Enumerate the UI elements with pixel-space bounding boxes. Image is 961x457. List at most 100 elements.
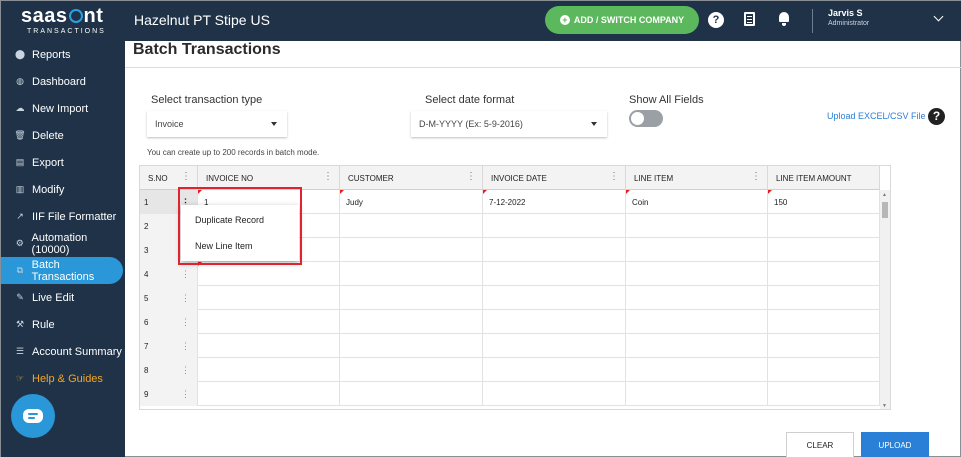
cell-sno[interactable]: 5 ⋮	[140, 286, 198, 310]
cell-invoice-date[interactable]	[483, 358, 626, 382]
add-switch-company-button[interactable]: + ADD / SWITCH COMPANY	[545, 6, 699, 34]
transaction-type-select[interactable]: Invoice	[147, 111, 287, 137]
cell-sno[interactable]: 7 ⋮	[140, 334, 198, 358]
chevron-down-icon[interactable]	[933, 11, 944, 22]
sidebar-item-batch-transactions[interactable]: ⧉ Batch Transactions	[1, 257, 123, 284]
logo[interactable]: saas nt TRANSACTIONS	[1, 1, 125, 41]
cell-invoice-no[interactable]	[198, 358, 340, 382]
help-icon[interactable]: ?	[708, 12, 724, 28]
sidebar-item-label: Live Edit	[32, 291, 75, 304]
sidebar-item-export[interactable]: ▤ Export	[1, 149, 125, 176]
upload-excel-csv-link[interactable]: Upload EXCEL/CSV File	[827, 111, 926, 121]
row-menu-icon[interactable]: ⋮	[181, 269, 190, 279]
cell-line-item-amount[interactable]	[768, 238, 880, 262]
cell-customer[interactable]: Judy	[340, 190, 483, 214]
cell-line-item-amount[interactable]	[768, 358, 880, 382]
cell-sno[interactable]: 8 ⋮	[140, 358, 198, 382]
show-all-fields-toggle[interactable]	[629, 110, 663, 127]
cell-invoice-date[interactable]	[483, 334, 626, 358]
cell-sno[interactable]: 4 ⋮	[140, 262, 198, 286]
sidebar-item-new-import[interactable]: ☁ New Import	[1, 95, 125, 122]
sidebar-item-modify[interactable]: ▥ Modify	[1, 176, 125, 203]
date-format-select[interactable]: D-M-YYYY (Ex: 5-9-2016)	[411, 111, 607, 137]
chat-button[interactable]	[11, 394, 55, 438]
column-menu-icon[interactable]: ⋮	[323, 172, 333, 182]
cell-line-item[interactable]	[626, 214, 768, 238]
external-link-icon: ↗	[16, 211, 24, 221]
cell-line-item[interactable]	[626, 358, 768, 382]
sidebar-item-account-summary[interactable]: ☰ Account Summary	[1, 338, 125, 365]
cell-line-item-amount[interactable]	[768, 286, 880, 310]
user-name[interactable]: Jarvis S	[828, 8, 863, 18]
cell-sno[interactable]: 9 ⋮	[140, 382, 198, 406]
cell-invoice-date[interactable]	[483, 262, 626, 286]
cell-customer[interactable]	[340, 214, 483, 238]
column-menu-icon[interactable]: ⋮	[181, 172, 191, 182]
column-header-customer[interactable]: CUSTOMER ⋮	[340, 166, 483, 190]
column-header-line-item[interactable]: LINE ITEM ⋮	[626, 166, 768, 190]
cell-line-item-amount[interactable]	[768, 310, 880, 334]
row-menu-icon[interactable]: ⋮	[181, 293, 190, 303]
clear-button[interactable]: CLEAR	[786, 432, 854, 457]
date-format-value: D-M-YYYY (Ex: 5-9-2016)	[419, 119, 523, 129]
document-icon[interactable]	[744, 12, 755, 26]
cell-line-item-amount[interactable]	[768, 214, 880, 238]
row-menu-icon[interactable]: ⋮	[181, 389, 190, 399]
cell-line-item-amount[interactable]	[768, 382, 880, 406]
sidebar-item-iif-file-formatter[interactable]: ↗ IIF File Formatter	[1, 203, 125, 230]
scroll-thumb[interactable]	[882, 202, 888, 218]
scroll-down-icon[interactable]: ▼	[882, 403, 887, 409]
sidebar-item-dashboard[interactable]: ◍ Dashboard	[1, 68, 125, 95]
cell-invoice-no[interactable]	[198, 262, 340, 286]
row-menu-icon[interactable]: ⋮	[181, 365, 190, 375]
cell-customer[interactable]	[340, 358, 483, 382]
bell-icon[interactable]	[778, 11, 790, 26]
column-header-line-item-amount[interactable]: LINE ITEM AMOUNT	[768, 166, 880, 190]
row-menu-icon[interactable]: ⋮	[181, 341, 190, 351]
cell-customer[interactable]	[340, 382, 483, 406]
transaction-type-label: Select transaction type	[151, 94, 263, 106]
sidebar-item-delete[interactable]: 🗑 Delete	[1, 122, 125, 149]
sidebar-item-rule[interactable]: ⚒ Rule	[1, 311, 125, 338]
cell-invoice-no[interactable]	[198, 286, 340, 310]
cell-invoice-date[interactable]	[483, 238, 626, 262]
column-menu-icon[interactable]: ⋮	[609, 172, 619, 182]
cell-customer[interactable]	[340, 310, 483, 334]
cell-line-item-amount[interactable]	[768, 262, 880, 286]
cell-line-item-amount[interactable]: 150	[768, 190, 880, 214]
column-menu-icon[interactable]: ⋮	[751, 172, 761, 182]
column-menu-icon[interactable]: ⋮	[466, 172, 476, 182]
vertical-scrollbar[interactable]: ▲ ▼	[880, 190, 890, 409]
sidebar-item-help-guides[interactable]: ☞ Help & Guides	[1, 365, 125, 392]
cell-line-item-amount[interactable]	[768, 334, 880, 358]
cell-invoice-no[interactable]	[198, 382, 340, 406]
cell-invoice-no[interactable]	[198, 310, 340, 334]
sidebar-item-reports[interactable]: ⬤ Reports	[1, 41, 125, 68]
cell-line-item[interactable]	[626, 262, 768, 286]
cell-customer[interactable]	[340, 334, 483, 358]
cell-invoice-no[interactable]	[198, 334, 340, 358]
sidebar-item-automation-10000[interactable]: ⚙ Automation (10000)	[1, 230, 125, 257]
cell-invoice-date[interactable]	[483, 286, 626, 310]
column-header-invoice-date[interactable]: INVOICE DATE ⋮	[483, 166, 626, 190]
cell-line-item[interactable]	[626, 286, 768, 310]
cell-customer[interactable]	[340, 238, 483, 262]
cell-line-item[interactable]: Coin	[626, 190, 768, 214]
batch-icon: ⧉	[16, 265, 24, 275]
cell-invoice-date[interactable]	[483, 214, 626, 238]
cell-line-item[interactable]	[626, 238, 768, 262]
cell-line-item[interactable]	[626, 310, 768, 334]
cell-invoice-date[interactable]	[483, 310, 626, 334]
help-icon[interactable]: ?	[928, 108, 945, 125]
sidebar-item-live-edit[interactable]: ✎ Live Edit	[1, 284, 125, 311]
cell-invoice-date[interactable]: 7-12-2022	[483, 190, 626, 214]
upload-button[interactable]: UPLOAD	[861, 432, 929, 457]
cell-line-item[interactable]	[626, 382, 768, 406]
cell-customer[interactable]	[340, 262, 483, 286]
row-menu-icon[interactable]: ⋮	[181, 317, 190, 327]
cell-sno[interactable]: 6 ⋮	[140, 310, 198, 334]
cell-invoice-date[interactable]	[483, 382, 626, 406]
cell-customer[interactable]	[340, 286, 483, 310]
scroll-up-icon[interactable]: ▲	[882, 192, 887, 198]
cell-line-item[interactable]	[626, 334, 768, 358]
